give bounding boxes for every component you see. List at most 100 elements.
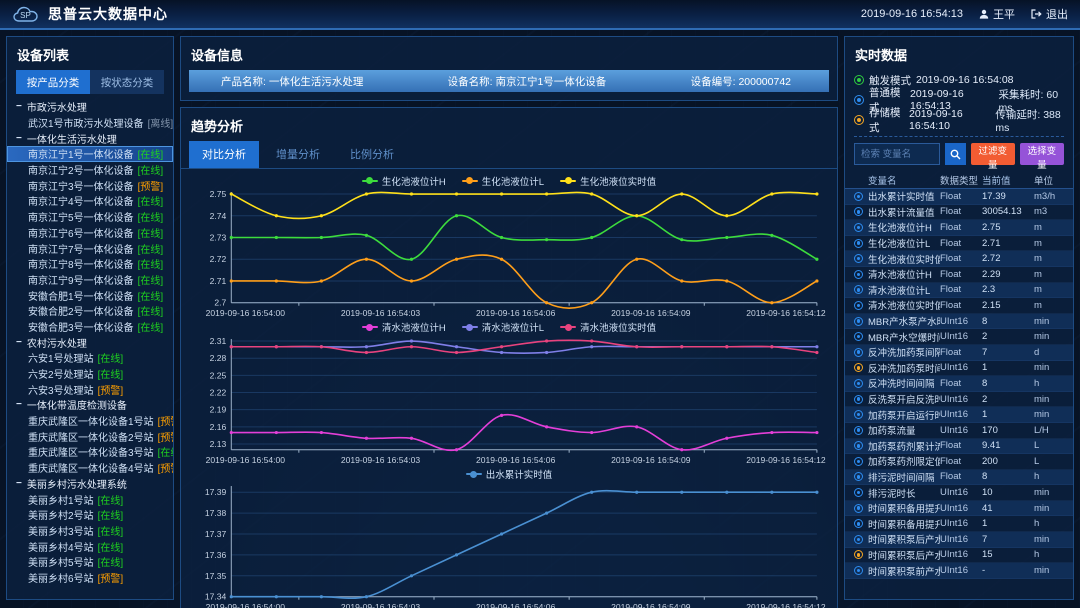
table-row[interactable]: 生化池液位计HFloat2.75m — [845, 220, 1073, 236]
table-row[interactable]: 反冲洗加药泵间隔时间Float7d — [845, 345, 1073, 361]
table-row[interactable]: 反冲洗时间间隔Float8h — [845, 376, 1073, 392]
tree-item[interactable]: 安徽合肥1号一体化设备[在线] — [7, 287, 173, 303]
tree-item[interactable]: 南京江宁5号一体化设备[在线] — [7, 209, 173, 225]
table-row[interactable]: 清水池液位实时值Float2.15m — [845, 298, 1073, 314]
table-row[interactable]: 反洗泵开启反洗时长UInt162min — [845, 392, 1073, 408]
table-row[interactable]: 加药泵药剂累计流量Float9.41L — [845, 439, 1073, 455]
legend-item[interactable]: 出水累计实时值 — [466, 467, 553, 481]
tree-group[interactable]: −一体化带温度检测设备 — [7, 397, 173, 413]
collapse-icon[interactable]: − — [16, 337, 22, 348]
tree-item[interactable]: 重庆武隆区一体化设备3号站[在线] — [7, 444, 173, 460]
search-input[interactable] — [854, 143, 940, 165]
cell-type: UInt16 — [940, 425, 982, 436]
tree-item[interactable]: 南京江宁6号一体化设备[在线] — [7, 225, 173, 241]
tree-item[interactable]: 南京江宁2号一体化设备[在线] — [7, 162, 173, 178]
tree-item[interactable]: 南京江宁8号一体化设备[在线] — [7, 256, 173, 272]
tree-label: 美丽乡村4号站 — [28, 539, 94, 554]
tree-item[interactable]: 美丽乡村3号站[在线] — [7, 523, 173, 539]
tree-item[interactable]: 美丽乡村1号站[在线] — [7, 491, 173, 507]
tree-item[interactable]: 美丽乡村5号站[在线] — [7, 554, 173, 570]
legend-item[interactable]: 清水池液位实时值 — [560, 320, 656, 334]
table-row[interactable]: 反冲洗加药泵时间UInt161min — [845, 361, 1073, 377]
table-row[interactable]: 清水池液位计HFloat2.29m — [845, 267, 1073, 283]
table-row[interactable]: 时间累积泵后产水电动阀分UInt167min — [845, 532, 1073, 548]
tree-group[interactable]: −美丽乡村污水处理系统 — [7, 476, 173, 492]
table-row[interactable]: 时间累积泵后产水电动阀时UInt1615h — [845, 548, 1073, 564]
table-row[interactable]: 排污泥时间间隔Float8h — [845, 470, 1073, 486]
tree-item[interactable]: 美丽乡村6号站[预警] — [7, 570, 173, 586]
tree-label: 南京江宁7号一体化设备 — [28, 241, 134, 256]
table-row[interactable]: 排污泥时长UInt1610min — [845, 485, 1073, 501]
tree-group[interactable]: −一体化生活污水处理 — [7, 130, 173, 146]
tab-ratio-analysis[interactable]: 比例分析 — [337, 141, 407, 168]
legend-item[interactable]: 清水池液位计L — [462, 320, 544, 334]
tab-increment-analysis[interactable]: 增量分析 — [263, 141, 333, 168]
table-row[interactable]: 时间累积备用提升泵时UInt161h — [845, 516, 1073, 532]
table-row[interactable]: 时间累积泵前产水电动阀分UInt16-min — [845, 563, 1073, 579]
cell-type: Float — [940, 471, 982, 482]
legend-item[interactable]: 生化池液位计H — [362, 174, 446, 188]
cell-unit: min — [1034, 394, 1064, 405]
variable-status-icon — [854, 426, 863, 435]
legend-item[interactable]: 清水池液位计H — [362, 320, 446, 334]
table-row[interactable]: 时间累积备用提升泵分UInt1641min — [845, 501, 1073, 517]
tree-label: 六安1号处理站 — [28, 350, 94, 365]
tree-item[interactable]: 重庆武隆区一体化设备1号站[预警] — [7, 413, 173, 429]
collapse-icon[interactable]: − — [16, 399, 22, 410]
search-button[interactable] — [945, 143, 966, 165]
header-user[interactable]: 王平 — [979, 6, 1015, 22]
collapse-icon[interactable]: − — [16, 133, 22, 144]
tree-item[interactable]: 武汉1号市政污水处理设备[离线] — [7, 115, 173, 131]
tree-item[interactable]: 美丽乡村4号站[在线] — [7, 538, 173, 554]
status-badge: [在线] — [158, 444, 173, 459]
tree-item[interactable]: 南京江宁3号一体化设备[预警] — [7, 177, 173, 193]
line-chart-svg: 17.3417.3517.3617.3717.3817.392019-09-16… — [185, 482, 833, 608]
tree-group[interactable]: −农村污水处理 — [7, 334, 173, 350]
cell-type: Float — [940, 206, 982, 217]
table-row[interactable]: MBR产水空爆时间分UInt162min — [845, 329, 1073, 345]
tree-item[interactable]: 重庆武隆区一体化设备4号站[预警] — [7, 460, 173, 476]
table-row[interactable]: 加药泵开启运行时间UInt161min — [845, 407, 1073, 423]
select-variables-button[interactable]: 选择变量 — [1020, 143, 1064, 165]
table-row[interactable]: 生化池液位计LFloat2.71m — [845, 236, 1073, 252]
tree-label: 重庆武隆区一体化设备1号站 — [28, 413, 154, 428]
table-row[interactable]: 出水累计实时值Float17.39m3/h — [845, 189, 1073, 205]
variable-status-icon — [854, 504, 863, 513]
table-row[interactable]: 清水池液位计LFloat2.3m — [845, 283, 1073, 299]
legend-item[interactable]: 生化池液位计L — [462, 174, 544, 188]
tab-by-status[interactable]: 按状态分类 — [90, 70, 164, 94]
tab-by-product[interactable]: 按产品分类 — [16, 70, 90, 94]
tree-item[interactable]: 重庆武隆区一体化设备2号站[预警] — [7, 428, 173, 444]
tab-compare-analysis[interactable]: 对比分析 — [189, 141, 259, 168]
device-list-panel: 设备列表 按产品分类 按状态分类 −市政污水处理武汉1号市政污水处理设备[离线]… — [6, 36, 174, 600]
logout-button[interactable]: 退出 — [1031, 6, 1068, 22]
table-row[interactable]: 出水累计流量值Float30054.13m3 — [845, 205, 1073, 221]
legend-item[interactable]: 生化池液位实时值 — [560, 174, 656, 188]
tree-item[interactable]: 六安2号处理站[在线] — [7, 366, 173, 382]
tree-item[interactable]: 南京江宁9号一体化设备[在线] — [7, 272, 173, 288]
tree-item[interactable]: 安徽合肥3号一体化设备[在线] — [7, 319, 173, 335]
collapse-icon[interactable]: − — [16, 478, 22, 489]
cell-name: 加药泵开启运行时间 — [868, 408, 940, 422]
tree-item[interactable]: 南京江宁1号一体化设备[在线] — [7, 146, 173, 162]
storage-mode-time: 2019-09-16 16:54:10 — [909, 108, 990, 132]
table-row[interactable]: 加药泵流量UInt16170L/H — [845, 423, 1073, 439]
table-row[interactable]: 加药泵药剂限定值Float200L — [845, 454, 1073, 470]
cell-unit: h — [1034, 378, 1064, 389]
tree-item[interactable]: 美丽乡村2号站[在线] — [7, 507, 173, 523]
tree-item[interactable]: 南京江宁7号一体化设备[在线] — [7, 240, 173, 256]
device-number-field: 设备编号: 200000742 — [691, 74, 791, 89]
table-row[interactable]: 生化池液位实时值Float2.72m — [845, 251, 1073, 267]
cell-type: UInt16 — [940, 331, 982, 342]
filter-variables-button[interactable]: 过滤变量 — [971, 143, 1015, 165]
tree-item[interactable]: 南京江宁4号一体化设备[在线] — [7, 193, 173, 209]
status-badge: [在线] — [138, 256, 164, 271]
tree-item[interactable]: 安徽合肥2号一体化设备[在线] — [7, 303, 173, 319]
header-datetime: 2019-09-16 16:54:13 — [861, 8, 963, 20]
tree-item[interactable]: 六安1号处理站[在线] — [7, 350, 173, 366]
collapse-icon[interactable]: − — [16, 101, 22, 112]
tree-group[interactable]: −市政污水处理 — [7, 99, 173, 115]
tree-item[interactable]: 六安3号处理站[预警] — [7, 381, 173, 397]
search-icon — [950, 149, 961, 160]
table-row[interactable]: MBR产水泵产水时间分UInt168min — [845, 314, 1073, 330]
